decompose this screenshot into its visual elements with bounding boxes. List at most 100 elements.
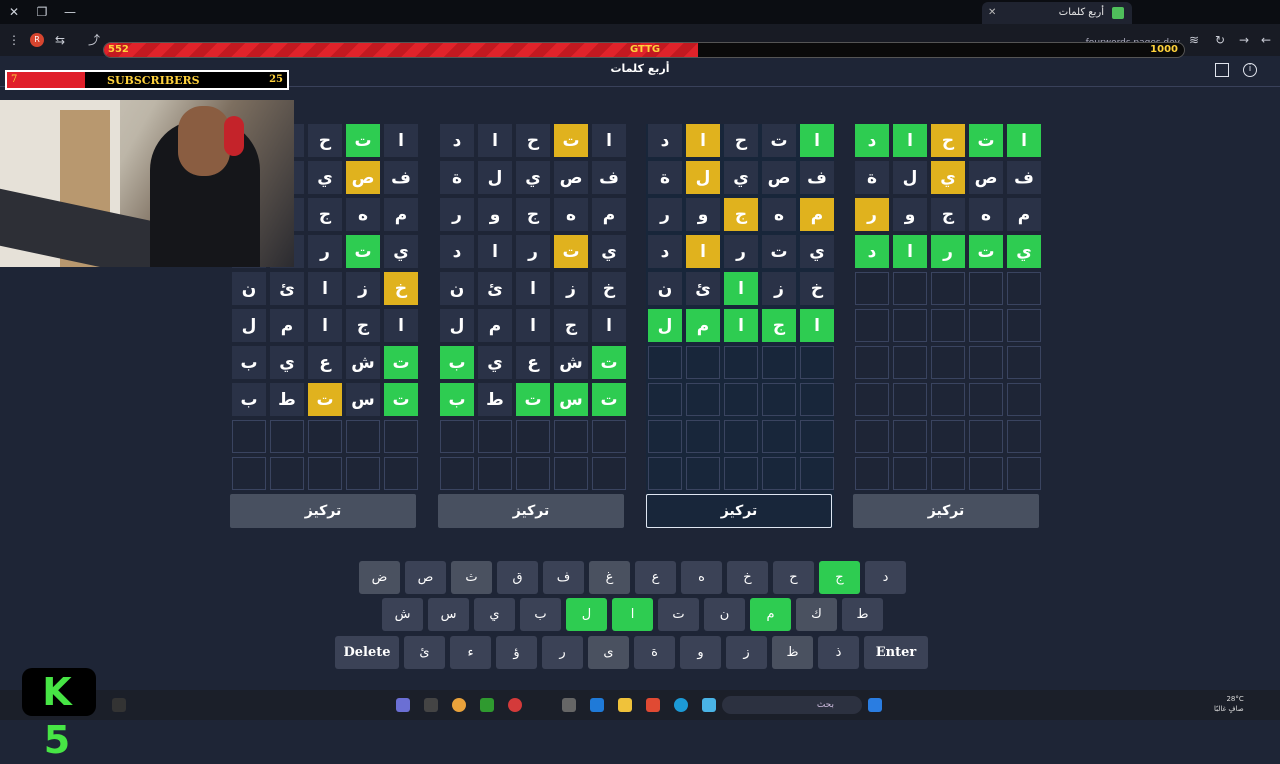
board-row: اتحاد (853, 124, 1041, 157)
board-row: تستطب (230, 383, 418, 416)
tile: ا (893, 235, 927, 268)
key[interactable]: م (750, 598, 791, 631)
key[interactable]: ب (520, 598, 561, 631)
weather-widget[interactable]: 28°C صافٍ غالبًا (1214, 694, 1244, 714)
key[interactable]: ن (704, 598, 745, 631)
taskbar-search[interactable]: بحث (722, 696, 862, 714)
key[interactable]: غ (589, 561, 630, 594)
board-2[interactable]: ا ت ح ا د ف ص ي ل ة م ه ج و ر ي ت ر ا د خ ز ا ئ ن ا ج ا م ل تركيز (646, 124, 834, 528)
tile: ا (308, 272, 342, 305)
app-icon-1[interactable] (396, 698, 410, 712)
tab-close-icon[interactable]: ✕ (988, 2, 996, 24)
tile (686, 346, 720, 379)
reload-icon[interactable]: ↻ (1212, 32, 1228, 48)
tile: ت (592, 346, 626, 379)
info-icon[interactable]: i (1243, 63, 1257, 77)
delete-key[interactable]: Delete (335, 636, 399, 669)
board-1[interactable]: ا ت ح ا د ف ص ي ل ة م ه ج و ر ي ت ر ا د تركيز (853, 124, 1041, 528)
key[interactable]: ث (451, 561, 492, 594)
key[interactable]: ش (382, 598, 423, 631)
browser-tab[interactable]: ✕ أربع كلمات (982, 2, 1132, 24)
key[interactable]: ر (542, 636, 583, 669)
chrome-icon[interactable] (452, 698, 466, 712)
tile (931, 457, 965, 490)
mail-icon[interactable] (590, 698, 604, 712)
tile: ج (931, 198, 965, 231)
tile: و (478, 198, 512, 231)
key[interactable]: ظ (772, 636, 813, 669)
share-icon[interactable]: ⤴ (86, 32, 102, 48)
key[interactable]: ه (681, 561, 722, 594)
back-icon[interactable]: ← (1258, 32, 1274, 48)
restore-window-icon[interactable]: ❐ (34, 4, 50, 20)
tile: ت (346, 124, 380, 157)
focus-button[interactable]: تركيز (853, 494, 1039, 528)
extension-icon[interactable]: R (30, 33, 44, 47)
key[interactable]: ك (796, 598, 837, 631)
focus-button[interactable]: تركيز (438, 494, 624, 528)
key[interactable]: ع (635, 561, 676, 594)
calendar-icon[interactable] (1215, 63, 1229, 77)
app-icon-2[interactable] (424, 698, 438, 712)
key[interactable]: ة (634, 636, 675, 669)
key[interactable]: ص (405, 561, 446, 594)
key[interactable]: ى (588, 636, 629, 669)
app-icon-4[interactable] (562, 698, 576, 712)
xbox-icon[interactable] (480, 698, 494, 712)
board-row: اتحاد (646, 124, 834, 157)
menu-dots-icon[interactable]: ⋮ (6, 32, 22, 48)
tile: د (855, 124, 889, 157)
tile: ا (724, 309, 758, 342)
key[interactable]: ز (726, 636, 767, 669)
key[interactable]: س (428, 598, 469, 631)
tile: ط (478, 383, 512, 416)
key[interactable]: و (680, 636, 721, 669)
enter-key[interactable]: Enter (864, 636, 928, 669)
focus-button[interactable]: تركيز (646, 494, 832, 528)
tile: ش (554, 346, 588, 379)
mic-icon[interactable] (112, 698, 126, 712)
start-icon[interactable] (868, 698, 882, 712)
key[interactable]: د (865, 561, 906, 594)
close-window-icon[interactable]: ✕ (6, 4, 22, 20)
key[interactable]: ق (497, 561, 538, 594)
minimize-window-icon[interactable]: — (62, 4, 78, 20)
tile: ر (724, 235, 758, 268)
key[interactable]: خ (727, 561, 768, 594)
key[interactable]: ي (474, 598, 515, 631)
board-row: مهجور (438, 198, 626, 231)
tile: ج (762, 309, 796, 342)
key[interactable]: ذ (818, 636, 859, 669)
tab-title: أربع كلمات (1058, 7, 1104, 18)
key[interactable]: ت (658, 598, 699, 631)
board-row (853, 309, 1041, 342)
key[interactable]: ط (842, 598, 883, 631)
app-icon-5[interactable] (646, 698, 660, 712)
tile: ر (931, 235, 965, 268)
key[interactable]: ء (450, 636, 491, 669)
key[interactable]: ح (773, 561, 814, 594)
key[interactable]: ا (612, 598, 653, 631)
forward-icon[interactable]: → (1236, 32, 1252, 48)
tile: ي (724, 161, 758, 194)
key[interactable]: ج (819, 561, 860, 594)
tile (1007, 420, 1041, 453)
copilot-icon[interactable] (702, 698, 716, 712)
key[interactable]: ف (543, 561, 584, 594)
tab-search-icon[interactable]: ⇆ (52, 32, 68, 48)
board-3[interactable]: اتحادفصيلةمهجوريترادخزائناجاملتشعيبتستطب… (438, 124, 626, 528)
board-row: تشعيب (230, 346, 418, 379)
tile: ه (554, 198, 588, 231)
focus-button[interactable]: تركيز (230, 494, 416, 528)
tile (855, 346, 889, 379)
folder-icon[interactable] (618, 698, 632, 712)
key[interactable]: ؤ (496, 636, 537, 669)
key[interactable]: ل (566, 598, 607, 631)
app-icon-3[interactable] (508, 698, 522, 712)
edge-icon[interactable] (674, 698, 688, 712)
channel-logo: K 5 (22, 668, 96, 762)
customize-icon[interactable]: ≋ (1186, 32, 1202, 48)
key[interactable]: ئ (404, 636, 445, 669)
key[interactable]: ض (359, 561, 400, 594)
tile: خ (592, 272, 626, 305)
